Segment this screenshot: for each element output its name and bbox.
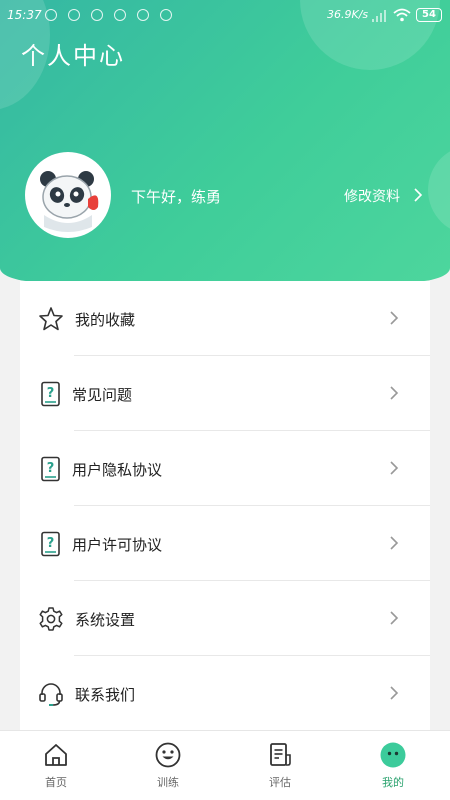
signal-icon (372, 10, 386, 22)
question-doc-icon: ? (41, 531, 60, 557)
chevron-right-icon[interactable] (412, 186, 424, 204)
tab-label: 评估 (269, 776, 291, 789)
greeting-text: 下午好，练勇 (131, 188, 222, 206)
notification-icon (160, 9, 172, 21)
decor-bubble (428, 145, 450, 235)
star-icon (39, 307, 63, 331)
document-icon (270, 743, 291, 766)
question-doc-icon: ? (41, 381, 60, 407)
svg-text:?: ? (47, 461, 55, 476)
svg-text:?: ? (47, 386, 55, 401)
notification-icon (91, 9, 103, 21)
chevron-right-icon (390, 386, 399, 400)
menu-card: 我的收藏 ? 常见问题 ? 用户隐私协议 ? 用户许可协议 系统设置 联系我们 (20, 281, 430, 730)
tab-label: 首页 (45, 776, 67, 789)
avatar[interactable] (25, 152, 111, 238)
menu-item-label: 我的收藏 (75, 311, 136, 329)
menu-item-label: 联系我们 (75, 686, 136, 704)
menu-item-favorites[interactable]: 我的收藏 (20, 281, 430, 356)
status-bar: 15:37 36.9K/s 54 (0, 0, 450, 30)
tab-mine[interactable]: 我的 (348, 731, 438, 800)
notification-icon (137, 9, 149, 21)
edit-profile-link[interactable]: 修改资料 (344, 186, 400, 206)
chevron-right-icon (390, 686, 399, 700)
network-speed: 36.9K/s (327, 8, 369, 21)
notification-icon (68, 9, 80, 21)
menu-item-settings[interactable]: 系统设置 (20, 581, 430, 656)
tab-label: 训练 (157, 776, 179, 789)
notification-icon (114, 9, 126, 21)
gear-icon (39, 607, 63, 631)
menu-item-label: 用户许可协议 (72, 536, 163, 554)
menu-item-label: 用户隐私协议 (72, 461, 163, 479)
tab-label: 我的 (382, 776, 404, 789)
face-icon (380, 742, 406, 768)
tab-home[interactable]: 首页 (11, 731, 101, 800)
battery-indicator: 54 (416, 8, 442, 22)
question-doc-icon: ? (41, 456, 60, 482)
smile-icon (155, 742, 181, 768)
home-icon (45, 744, 67, 766)
tab-assessment[interactable]: 评估 (235, 731, 325, 800)
menu-item-license[interactable]: ? 用户许可协议 (20, 506, 430, 581)
menu-item-contact[interactable]: 联系我们 (20, 656, 430, 731)
wifi-icon (393, 8, 411, 22)
chevron-right-icon (390, 611, 399, 625)
menu-item-label: 常见问题 (72, 386, 133, 404)
menu-item-label: 系统设置 (75, 611, 136, 629)
panda-avatar-icon (28, 155, 108, 235)
tab-training[interactable]: 训练 (123, 731, 213, 800)
profile-header: 15:37 36.9K/s 54 个人中心 下午好，练勇 修改资料 (0, 0, 450, 282)
chevron-right-icon (390, 536, 399, 550)
menu-item-faq[interactable]: ? 常见问题 (20, 356, 430, 431)
chevron-right-icon (390, 311, 399, 325)
page-title: 个人中心 (21, 42, 125, 70)
chevron-right-icon (390, 461, 399, 475)
menu-item-privacy[interactable]: ? 用户隐私协议 (20, 431, 430, 506)
svg-text:?: ? (47, 536, 55, 551)
notification-icon (45, 9, 57, 21)
headset-icon (39, 683, 63, 706)
status-time: 15:37 (7, 8, 42, 22)
bottom-tab-bar: 首页 训练 评估 我的 (0, 730, 450, 800)
